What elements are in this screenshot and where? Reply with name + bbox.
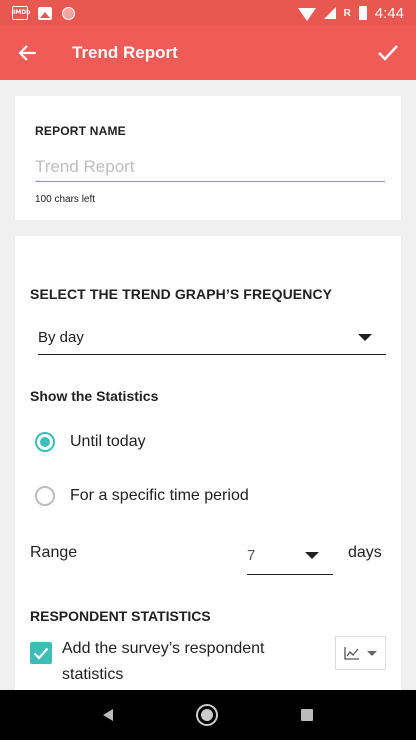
chart-type-dropdown[interactable] — [335, 636, 386, 670]
app-bar: Trend Report — [0, 26, 416, 80]
nav-home-icon[interactable] — [197, 706, 216, 724]
roaming-indicator: R — [343, 7, 351, 19]
radio-specific-period[interactable]: For a specific time period — [35, 486, 249, 506]
respondent-checkbox[interactable] — [30, 642, 52, 664]
page-title: Trend Report — [72, 43, 178, 62]
check-icon — [378, 45, 398, 61]
line-chart-icon — [344, 647, 359, 660]
frequency-dropdown[interactable]: By day — [38, 321, 386, 355]
dropdown-arrow-icon — [358, 334, 372, 341]
radio-label: Until today — [70, 433, 146, 450]
radio-button-checked[interactable] — [35, 432, 55, 452]
checkmark-icon — [33, 647, 49, 660]
range-dropdown[interactable]: 7 — [247, 536, 333, 575]
dropdown-arrow-icon — [367, 650, 378, 656]
respondent-heading: RESPONDENT STATISTICS — [30, 608, 211, 624]
nav-recents-icon[interactable] — [301, 709, 314, 721]
settings-card: SELECT THE TREND GRAPH’S FREQUENCY By da… — [15, 236, 401, 690]
imdb-notification-icon: IMDb — [12, 6, 30, 20]
back-button[interactable] — [0, 26, 56, 80]
statistics-heading: Show the Statistics — [30, 388, 159, 404]
report-name-input[interactable] — [35, 156, 385, 182]
chars-left-counter: 100 chars left — [35, 194, 96, 205]
status-time: 4:44 — [374, 4, 404, 22]
battery-icon — [358, 6, 367, 20]
arrow-left-icon — [18, 45, 36, 61]
radio-label: For a specific time period — [70, 487, 249, 504]
nav-back-icon[interactable] — [102, 709, 113, 721]
status-bar: IMDb R 4:44 — [0, 0, 416, 26]
report-name-label: REPORT NAME — [35, 124, 126, 138]
range-unit-label: days — [348, 544, 382, 561]
frequency-selected-value: By day — [38, 329, 84, 346]
range-selected-value: 7 — [247, 546, 256, 564]
cell-signal-icon — [323, 7, 336, 19]
respondent-checkbox-label: Add the survey’s respondent statistics — [62, 640, 265, 683]
dropdown-arrow-icon — [305, 551, 319, 559]
system-nav-bar — [0, 690, 416, 740]
wifi-icon — [297, 8, 316, 21]
confirm-button[interactable] — [360, 26, 416, 80]
frequency-heading: SELECT THE TREND GRAPH’S FREQUENCY — [30, 286, 333, 302]
photo-notification-icon — [38, 6, 52, 20]
report-name-card: REPORT NAME 100 chars left — [15, 96, 401, 220]
range-label: Range — [30, 544, 78, 561]
radio-button[interactable] — [35, 486, 55, 506]
radio-until-today[interactable]: Until today — [35, 432, 146, 452]
circle-notification-icon — [62, 6, 75, 20]
